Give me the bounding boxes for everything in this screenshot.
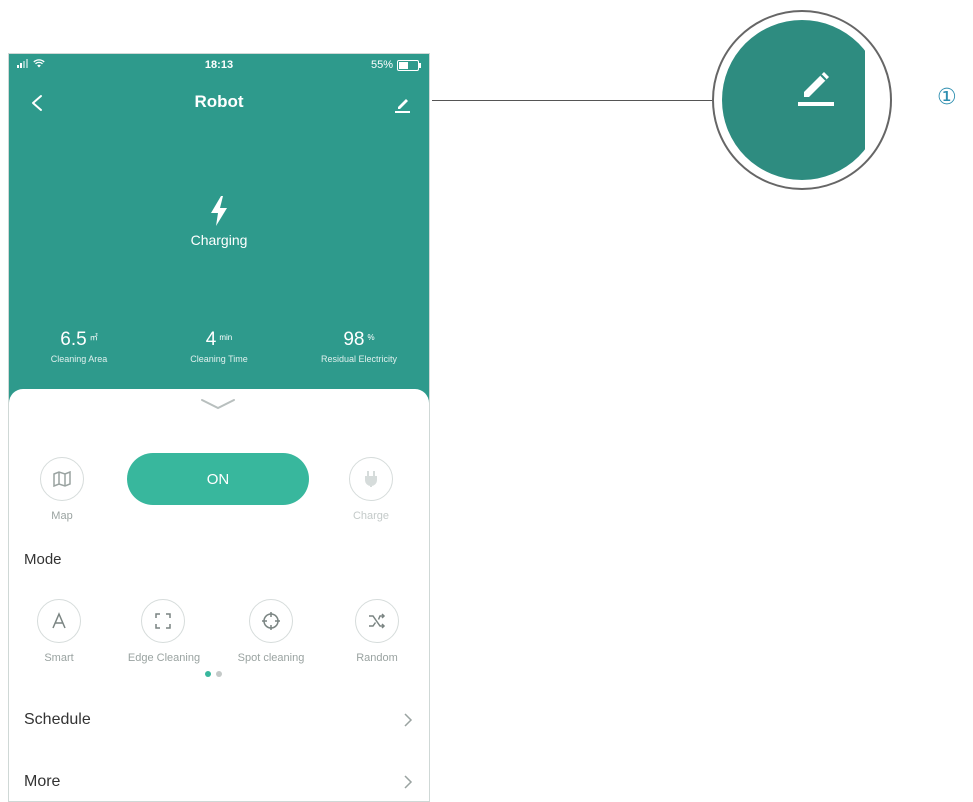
chevron-down-icon: [201, 399, 235, 410]
stat-cleaning-time: 4 min Cleaning Time: [149, 329, 289, 364]
mode-spot-cleaning-button[interactable]: [249, 599, 293, 643]
page-dot[interactable]: [216, 671, 222, 677]
shuffle-icon: [369, 613, 386, 629]
crosshair-icon: [262, 612, 280, 630]
power-toggle-button[interactable]: ON: [127, 453, 309, 505]
status-bar-right: 55%: [370, 59, 421, 71]
schedule-label: Schedule: [24, 711, 91, 728]
mode-smart-button[interactable]: [37, 599, 81, 643]
mode-page-indicator: [205, 671, 222, 677]
charge-button[interactable]: [349, 457, 393, 501]
stat-value: 98: [343, 329, 365, 350]
nav-bar: Robot: [9, 84, 429, 120]
edit-button[interactable]: [387, 88, 417, 118]
edit-pencil-icon: [395, 99, 410, 113]
battery-icon: [397, 59, 421, 71]
more-label: More: [24, 773, 61, 790]
callout-number: ①: [937, 84, 957, 109]
page-dot-active[interactable]: [205, 671, 211, 677]
mode-label: Random: [356, 652, 398, 664]
letter-a-icon: [52, 612, 66, 629]
collapse-sheet-button[interactable]: [196, 397, 240, 411]
chevron-right-icon: [404, 775, 413, 789]
mode-section-title: Mode: [24, 551, 62, 568]
status-bar: 18:13 55%: [9, 54, 429, 76]
stat-label: Cleaning Area: [50, 354, 108, 364]
map-icon: [53, 471, 71, 487]
mode-label: Spot cleaning: [237, 652, 305, 664]
mode-edge-cleaning-button[interactable]: [141, 599, 185, 643]
map-button[interactable]: [40, 457, 84, 501]
phone-screen: 18:13 55% Robot Charging 6.5㎡ Cleaning: [8, 53, 430, 802]
stat-unit: ㎡: [89, 333, 98, 342]
stats-row: 6.5 ㎡ Cleaning Area 4 min Cleaning Time 98…: [9, 329, 429, 364]
more-row[interactable]: More: [9, 762, 429, 801]
chevron-right-icon: [404, 713, 413, 727]
page-title: Robot: [194, 92, 244, 111]
stat-value: 4: [205, 329, 217, 350]
map-label: Map: [51, 510, 73, 522]
callout-leader-line: [432, 100, 720, 101]
charging-status: Charging: [9, 194, 429, 248]
charging-label: Charging: [190, 232, 248, 248]
mode-label: Smart: [44, 652, 74, 664]
stat-residual-electricity: 98% Residual Electricity: [289, 329, 429, 364]
schedule-row[interactable]: Schedule: [9, 700, 429, 740]
status-time: 18:13: [204, 59, 234, 71]
charge-label: Charge: [352, 510, 390, 522]
callout-magnifier: [712, 10, 892, 190]
battery-percent: 55%: [370, 59, 393, 71]
plug-icon: [365, 471, 377, 487]
stat-label: Residual Electricity: [320, 354, 398, 364]
stat-cleaning-area: 6.5 ㎡ Cleaning Area: [9, 329, 149, 364]
edit-pencil-icon: [798, 72, 834, 106]
stat-value: 6.5: [60, 329, 87, 350]
stat-unit: %: [367, 333, 375, 342]
stat-unit: min: [219, 333, 233, 342]
control-sheet: Map ON Charge Mode Smart Edge Cleaning S…: [9, 389, 429, 801]
edge-frame-icon: [155, 613, 171, 629]
lightning-bolt-icon: [211, 196, 227, 226]
mode-label: Edge Cleaning: [127, 652, 201, 664]
stat-label: Cleaning Time: [190, 354, 248, 364]
mode-random-button[interactable]: [355, 599, 399, 643]
